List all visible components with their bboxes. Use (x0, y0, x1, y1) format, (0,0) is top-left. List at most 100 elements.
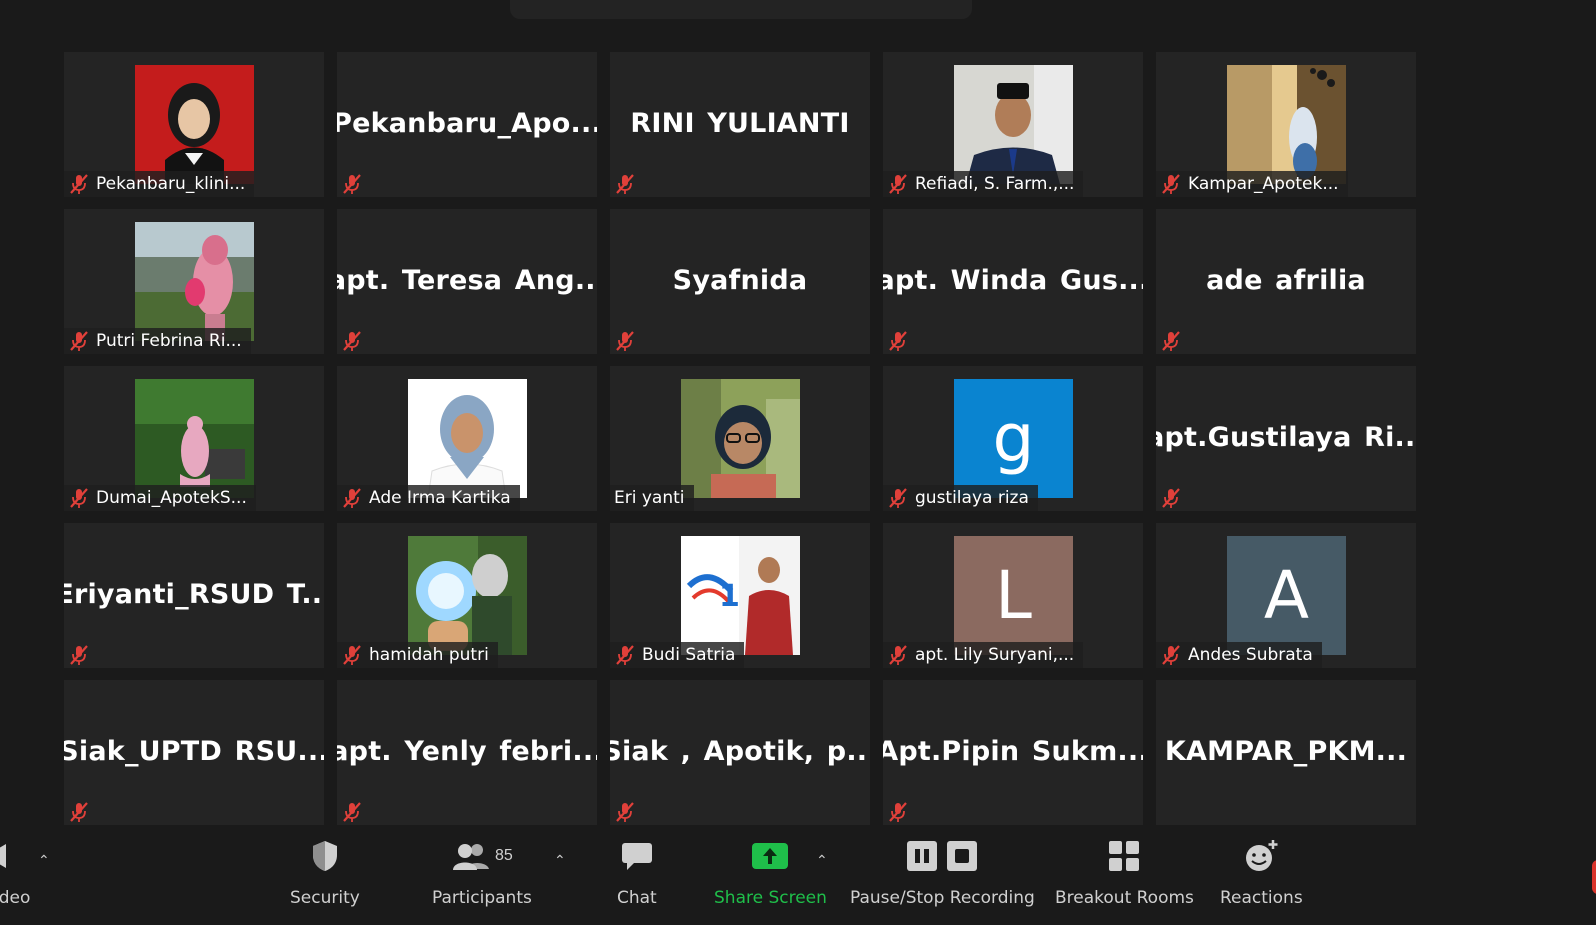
participant-tile[interactable]: Syafnida (610, 209, 870, 354)
participant-tile[interactable]: apt.Gustilaya Ri... (1156, 366, 1416, 511)
participant-photo (1227, 65, 1346, 184)
camera-icon (0, 830, 10, 882)
reactions-label: Reactions (1220, 888, 1303, 908)
participant-name-label: Dumai_ApotekS... (64, 485, 256, 511)
participants-count: 85 (495, 847, 513, 864)
muted-mic-icon (343, 488, 361, 508)
participant-photo (408, 536, 527, 655)
participant-photo: 1 (681, 536, 800, 655)
participant-photo (135, 65, 254, 184)
muted-mic-icon (343, 331, 361, 351)
participant-name-label (337, 171, 378, 197)
participant-tile[interactable]: Refiadi, S. Farm.,... (883, 52, 1143, 197)
participant-name-text: gustilaya riza (915, 488, 1029, 508)
stop-icon[interactable] (946, 840, 978, 872)
participant-letter-avatar: L (954, 536, 1073, 655)
muted-mic-icon (1162, 488, 1180, 508)
participant-name-label (337, 799, 378, 825)
participant-name-label (883, 799, 924, 825)
video-button[interactable]: ideo (0, 830, 30, 908)
participant-tile[interactable]: Pekanbaru_Apo... (337, 52, 597, 197)
security-button[interactable]: Security (290, 830, 360, 908)
chat-button[interactable]: Chat (617, 830, 657, 908)
participant-name-label: gustilaya riza (883, 485, 1038, 511)
muted-mic-icon (1162, 645, 1180, 665)
participant-display-name: Siak , Apotik, p... (610, 736, 870, 767)
participant-name-text: Putri Febrina Ri... (96, 331, 242, 351)
participant-photo (135, 222, 254, 341)
participant-tile[interactable]: Siak , Apotik, p... (610, 680, 870, 825)
end-meeting-button[interactable] (1592, 860, 1596, 894)
participant-name-text: Pekanbaru_klini... (96, 174, 246, 194)
participant-name-text: Dumai_ApotekS... (96, 488, 247, 508)
participant-tile[interactable]: apt. Teresa Ang... (337, 209, 597, 354)
participant-tile[interactable]: g gustilaya riza (883, 366, 1143, 511)
participant-name-label (64, 642, 105, 668)
muted-mic-icon (343, 645, 361, 665)
participant-tile[interactable]: ade afrilia (1156, 209, 1416, 354)
participant-tile[interactable]: Apt.Pipin Sukm... (883, 680, 1143, 825)
participant-name-label: Putri Febrina Ri... (64, 328, 251, 354)
participant-display-name: apt. Yenly febri... (337, 736, 597, 767)
participant-letter-avatar: A (1227, 536, 1346, 655)
muted-mic-icon (343, 802, 361, 822)
share-screen-label: Share Screen (714, 888, 827, 908)
participants-options-chevron-icon[interactable]: ⌃ (554, 852, 566, 869)
participant-tile[interactable]: apt. Winda Gus... (883, 209, 1143, 354)
participant-name-text: hamidah putri (369, 645, 489, 665)
share-options-chevron-icon[interactable]: ⌃ (816, 852, 828, 869)
muted-mic-icon (70, 331, 88, 351)
avatar-letter: g (992, 400, 1035, 477)
breakout-rooms-button[interactable]: Breakout Rooms (1055, 830, 1194, 908)
muted-mic-icon (889, 488, 907, 508)
participants-button[interactable]: 85 Participants (432, 830, 532, 908)
participant-tile[interactable]: Pekanbaru_klini... (64, 52, 324, 197)
participant-tile[interactable]: Lapt. Lily Suryani,... (883, 523, 1143, 668)
participant-display-name: Syafnida (672, 265, 808, 296)
participant-tile[interactable]: Eri yanti (610, 366, 870, 511)
participant-tile[interactable]: apt. Yenly febri... (337, 680, 597, 825)
muted-mic-icon (70, 488, 88, 508)
participant-name-text: Kampar_Apotek... (1188, 174, 1339, 194)
participant-tile[interactable]: Ade Irma Kartika (337, 366, 597, 511)
participant-name-label: Eri yanti (610, 485, 694, 511)
participant-tile[interactable]: KAMPAR_PKM... (1156, 680, 1416, 825)
top-control-bar (510, 0, 972, 19)
muted-mic-icon (616, 174, 634, 194)
participant-name-label (337, 328, 378, 354)
participant-photo (681, 379, 800, 498)
share-screen-button[interactable]: Share Screen (714, 830, 827, 908)
video-options-chevron-icon[interactable]: ⌃ (38, 852, 50, 869)
participant-name-label (610, 328, 651, 354)
participant-tile[interactable]: Kampar_Apotek... (1156, 52, 1416, 197)
participant-name-label: Budi Satria (610, 642, 745, 668)
participant-tile[interactable]: A Andes Subrata (1156, 523, 1416, 668)
recording-label: Pause/Stop Recording (850, 888, 1035, 908)
participant-tile[interactable]: Putri Febrina Ri... (64, 209, 324, 354)
participant-display-name: KAMPAR_PKM... (1164, 736, 1408, 767)
participant-tile[interactable]: Siak_UPTD RSU... (64, 680, 324, 825)
muted-mic-icon (70, 802, 88, 822)
participant-name-text: Andes Subrata (1188, 645, 1313, 665)
avatar-letter: A (1263, 557, 1310, 634)
participant-tile[interactable]: hamidah putri (337, 523, 597, 668)
participant-tile[interactable]: Eriyanti_RSUD T... (64, 523, 324, 668)
participant-name-label (883, 328, 924, 354)
participant-name-label: Andes Subrata (1156, 642, 1322, 668)
muted-mic-icon (616, 331, 634, 351)
participant-tile[interactable]: 1 Budi Satria (610, 523, 870, 668)
pause-icon[interactable] (906, 840, 938, 872)
participant-tile[interactable]: RINI YULIANTI (610, 52, 870, 197)
participant-name-label: Kampar_Apotek... (1156, 171, 1348, 197)
muted-mic-icon (616, 802, 634, 822)
recording-icons (906, 830, 978, 882)
security-label: Security (290, 888, 360, 908)
participant-name-text: Eri yanti (614, 488, 685, 508)
muted-mic-icon (616, 645, 634, 665)
breakout-rooms-label: Breakout Rooms (1055, 888, 1194, 908)
participant-name-label: Ade Irma Kartika (337, 485, 520, 511)
reactions-button[interactable]: Reactions (1220, 830, 1303, 908)
shield-icon (310, 830, 340, 882)
recording-button[interactable]: Pause/Stop Recording (850, 830, 1035, 908)
participant-tile[interactable]: Dumai_ApotekS... (64, 366, 324, 511)
